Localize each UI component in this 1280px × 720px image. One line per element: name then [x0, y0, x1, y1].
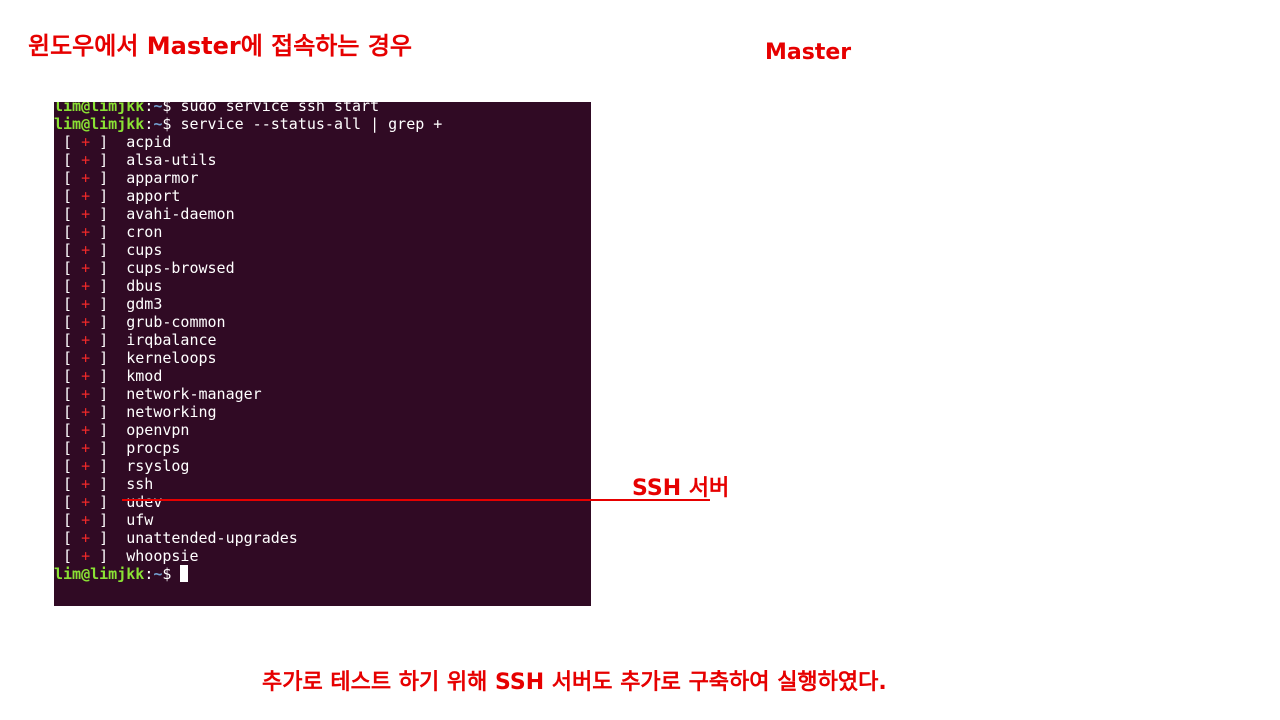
status-plus-marker: + — [81, 529, 91, 547]
service-status-row: [ + ] apparmor — [54, 169, 199, 187]
service-status-row: [ + ] alsa-utils — [54, 151, 217, 169]
service-name: cups-browsed — [126, 259, 235, 277]
service-status-row: [ + ] cups-browsed — [54, 259, 235, 277]
service-name: alsa-utils — [126, 151, 217, 169]
service-name: dbus — [126, 277, 163, 295]
service-name: network-manager — [126, 385, 262, 403]
status-plus-marker: + — [81, 151, 91, 169]
service-status-row: [ + ] avahi-daemon — [54, 205, 235, 223]
service-status-row: [ + ] ssh — [54, 475, 154, 493]
status-plus-marker: + — [81, 295, 91, 313]
status-plus-marker: + — [81, 313, 91, 331]
service-name: cron — [126, 223, 163, 241]
terminal-output: lim@limjkk:~$ sudo service ssh start lim… — [54, 102, 591, 583]
service-status-row: [ + ] whoopsie — [54, 547, 199, 565]
status-plus-marker: + — [81, 349, 91, 367]
status-plus-marker: + — [81, 385, 91, 403]
service-status-row: [ + ] kerneloops — [54, 349, 217, 367]
status-plus-marker: + — [81, 205, 91, 223]
service-name: ssh — [126, 475, 154, 493]
service-name: kerneloops — [126, 349, 217, 367]
footer-caption: 추가로 테스트 하기 위해 SSH 서버도 추가로 구축하여 실행하였다. — [262, 670, 887, 695]
status-plus-marker: + — [81, 241, 91, 259]
terminal-prompt-line[interactable]: lim@limjkk:~$ — [54, 565, 591, 583]
status-plus-marker: + — [81, 259, 91, 277]
service-status-row: [ + ] cups — [54, 241, 163, 259]
service-name: apport — [126, 187, 181, 205]
service-name: acpid — [126, 133, 172, 151]
ssh-callout-label: SSH 서버 — [632, 476, 730, 501]
status-plus-marker: + — [81, 331, 91, 349]
status-plus-marker: + — [81, 457, 91, 475]
service-status-row: [ + ] apport — [54, 187, 181, 205]
service-name: kmod — [126, 367, 163, 385]
terminal-window[interactable]: lim@limjkk:~$ sudo service ssh start lim… — [54, 102, 591, 606]
status-plus-marker: + — [81, 421, 91, 439]
service-status-row: [ + ] network-manager — [54, 385, 262, 403]
status-plus-marker: + — [81, 133, 91, 151]
service-status-row: [ + ] gdm3 — [54, 295, 163, 313]
service-status-row: [ + ] acpid — [54, 133, 172, 151]
service-name: grub-common — [126, 313, 226, 331]
slide-title: 윈도우에서 Master에 접속하는 경우 — [28, 32, 412, 60]
service-name: cups — [126, 241, 163, 259]
service-name: rsyslog — [126, 457, 190, 475]
service-name: gdm3 — [126, 295, 163, 313]
service-status-row: [ + ] irqbalance — [54, 331, 217, 349]
service-status-row: [ + ] openvpn — [54, 421, 190, 439]
service-status-row: [ + ] ufw — [54, 511, 154, 529]
status-plus-marker: + — [81, 511, 91, 529]
service-status-row: [ + ] unattended-upgrades — [54, 529, 298, 547]
service-name: irqbalance — [126, 331, 217, 349]
service-name: openvpn — [126, 421, 190, 439]
prompt-user-host: lim@limjkk — [54, 565, 145, 583]
status-plus-marker: + — [81, 547, 91, 565]
terminal-prompt-line: lim@limjkk:~$ service --status-all | gre… — [54, 115, 443, 133]
status-plus-marker: + — [81, 277, 91, 295]
slide: 윈도우에서 Master에 접속하는 경우 Master lim@limjkk:… — [0, 0, 1280, 720]
status-plus-marker: + — [81, 223, 91, 241]
master-label: Master — [765, 40, 852, 65]
service-status-row: [ + ] networking — [54, 403, 217, 421]
service-status-row: [ + ] kmod — [54, 367, 163, 385]
service-status-row: [ + ] cron — [54, 223, 163, 241]
service-status-row: [ + ] udev — [54, 493, 163, 511]
service-status-row: [ + ] rsyslog — [54, 457, 190, 475]
ssh-callout-line — [122, 499, 710, 501]
command-text: sudo service ssh start — [180, 102, 380, 115]
terminal-prompt-line: lim@limjkk:~$ sudo service ssh start — [54, 102, 591, 115]
prompt-user-host: lim@limjkk — [54, 102, 145, 115]
service-name: whoopsie — [126, 547, 199, 565]
service-status-row: [ + ] procps — [54, 439, 181, 457]
service-name: ufw — [126, 511, 154, 529]
service-status-row: [ + ] grub-common — [54, 313, 226, 331]
service-name: unattended-upgrades — [126, 529, 298, 547]
service-name: apparmor — [126, 169, 199, 187]
service-name: udev — [126, 493, 163, 511]
terminal-cursor — [180, 565, 189, 582]
status-plus-marker: + — [81, 493, 91, 511]
command-text: service --status-all | grep + — [180, 115, 443, 133]
status-plus-marker: + — [81, 187, 91, 205]
service-name: avahi-daemon — [126, 205, 235, 223]
status-plus-marker: + — [81, 439, 91, 457]
service-name: procps — [126, 439, 181, 457]
service-name: networking — [126, 403, 217, 421]
status-plus-marker: + — [81, 367, 91, 385]
prompt-user-host: lim@limjkk — [54, 115, 145, 133]
status-plus-marker: + — [81, 475, 91, 493]
status-plus-marker: + — [81, 403, 91, 421]
service-status-row: [ + ] dbus — [54, 277, 163, 295]
status-plus-marker: + — [81, 169, 91, 187]
